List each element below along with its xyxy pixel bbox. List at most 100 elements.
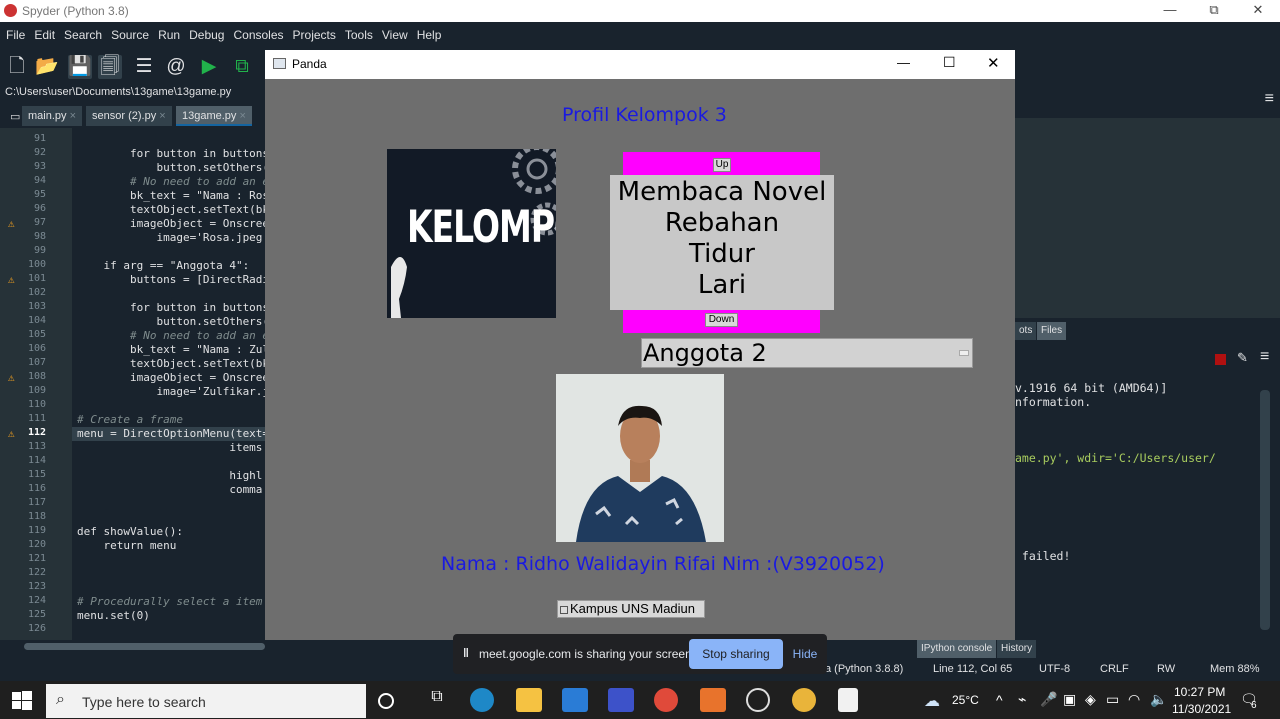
mail-icon[interactable] (562, 688, 588, 712)
app-icon[interactable] (608, 688, 634, 712)
pane-options-icon[interactable]: ≡ (1265, 90, 1274, 108)
right-pane-tabs: ots Files (1015, 322, 1280, 342)
radio-indicator-icon[interactable] (560, 605, 568, 614)
stop-console-icon[interactable] (1215, 354, 1226, 365)
editor-tabs: ▭ main.py × sensor (2).py × 13game.py × (0, 102, 265, 126)
restore-button[interactable]: ⧉ (1192, 2, 1236, 18)
chrome-icon[interactable] (654, 688, 678, 712)
console-scrollbar[interactable] (1260, 390, 1270, 630)
warning-icon[interactable]: ⚠ (8, 273, 20, 286)
microphone-icon[interactable]: 🎤 (1040, 691, 1057, 708)
clear-console-icon[interactable]: ✎ (1237, 350, 1248, 366)
warning-icon[interactable]: ⚠ (8, 427, 20, 440)
task-view-icon[interactable]: ⧉ (424, 688, 450, 712)
menu-edit[interactable]: Edit (28, 22, 58, 42)
menu-consoles[interactable]: Consoles (227, 22, 286, 42)
windows-start-icon[interactable] (12, 691, 32, 711)
save-all-icon[interactable]: 🗐 (98, 55, 122, 79)
at-icon[interactable]: @ (164, 55, 188, 79)
display-icon[interactable]: ▣ (1063, 691, 1076, 708)
tab-files[interactable]: Files (1037, 322, 1067, 340)
console-options-icon[interactable]: ≡ (1260, 348, 1269, 366)
status-memory: Mem 88% (1210, 663, 1260, 675)
code-line: comma (77, 483, 263, 496)
xampp-icon[interactable] (700, 688, 726, 712)
new-file-icon[interactable]: 🗋 (5, 55, 29, 79)
editor-horizontal-scrollbar[interactable] (0, 640, 265, 654)
panda-taskbar-icon[interactable] (838, 688, 858, 712)
run-icon[interactable]: ▶ (197, 55, 221, 79)
menu-projects[interactable]: Projects (287, 22, 339, 42)
clock-time[interactable]: 10:27 PM (1174, 685, 1225, 699)
warning-icon[interactable]: ⚠ (8, 371, 20, 384)
tab-main-py[interactable]: main.py × (22, 106, 83, 126)
scroll-down-button[interactable]: Down (705, 313, 738, 327)
status-environment: a (Python 3.8.8) (825, 663, 904, 675)
list-icon[interactable]: ☰ (132, 55, 156, 79)
line-number: 123 (27, 581, 46, 592)
menu-view[interactable]: View (376, 22, 411, 42)
menu-source[interactable]: Source (105, 22, 152, 42)
tab-ipython-console[interactable]: IPython console (917, 640, 997, 658)
open-folder-icon[interactable]: 📂 (35, 55, 59, 79)
scrollbar-thumb[interactable] (24, 643, 265, 650)
notification-count: 6 (1251, 700, 1257, 711)
menu-help[interactable]: Help (411, 22, 445, 42)
chrome-taskbar-icon[interactable] (792, 688, 816, 712)
panda-close-button[interactable]: ✕ (987, 54, 1000, 72)
battery-icon[interactable]: ▭ (1106, 691, 1119, 708)
console-line: v.1916 64 bit (AMD64)] (1015, 381, 1168, 395)
cortana-icon[interactable] (378, 693, 394, 709)
tab-history[interactable]: History (997, 640, 1037, 658)
clock-date[interactable]: 11/30/2021 (1172, 702, 1231, 716)
code-line: # No need to add an e (77, 175, 270, 188)
line-number: 111 (27, 413, 46, 424)
menu-run[interactable]: Run (152, 22, 183, 42)
panda-titlebar: Panda — ☐ ✕ (265, 50, 1015, 79)
taskbar-search[interactable]: ⌕ Type here to search (46, 684, 366, 718)
close-tab-icon[interactable]: × (240, 110, 246, 122)
line-number: 104 (27, 315, 46, 326)
menu-debug[interactable]: Debug (183, 22, 227, 42)
tab-13game-py[interactable]: 13game.py × (176, 106, 252, 126)
panda-maximize-button[interactable]: ☐ (943, 54, 956, 71)
code-line: imageObject = Onscree (77, 217, 270, 230)
code-editor[interactable]: 91 92 for button in buttons 93 button.setO… (0, 128, 269, 640)
tab-plots[interactable]: ots (1015, 322, 1037, 340)
option-selected-value: Anggota 2 (643, 339, 767, 367)
ipython-console[interactable]: v.1916 64 bit (AMD64)] nformation. ame.py'… (1015, 375, 1258, 637)
menu-tools[interactable]: Tools (339, 22, 376, 42)
code-line: imageObject = Onscree (77, 371, 270, 384)
panda-minimize-button[interactable]: — (897, 55, 910, 70)
right-pane-header: ≡ (1015, 88, 1280, 118)
option-menu-indicator-icon[interactable] (959, 350, 969, 356)
hide-banner-button[interactable]: Hide (789, 639, 821, 669)
spyder-taskbar-icon[interactable] (746, 688, 770, 712)
speaker-icon[interactable]: 🔈 (1150, 691, 1167, 708)
code-line: bk_text = "Nama : Ros (77, 189, 270, 202)
shield-icon[interactable]: ◈ (1085, 691, 1096, 708)
line-number: 95 (33, 189, 46, 200)
close-tab-icon[interactable]: × (159, 110, 165, 122)
edge-icon[interactable] (470, 688, 494, 712)
network-icon[interactable]: ⌁ (1018, 691, 1026, 708)
menu-search[interactable]: Search (58, 22, 105, 42)
file-explorer-icon[interactable] (516, 688, 542, 712)
tab-sensor-py[interactable]: sensor (2).py × (86, 106, 172, 126)
menu-file[interactable]: File (0, 22, 28, 42)
minimize-button[interactable]: — (1148, 2, 1192, 17)
scroll-up-button[interactable]: Up (713, 158, 731, 172)
close-button[interactable]: ✕ (1236, 2, 1280, 18)
chevron-up-icon[interactable]: ^ (996, 692, 1003, 708)
panda-canvas: Profil Kelompok 3 KELOMPOK 3 Up Down Mem… (265, 79, 1015, 640)
save-icon[interactable]: 💾 (68, 55, 92, 79)
weather-icon[interactable]: ☁ (924, 691, 940, 711)
member-option-menu[interactable]: Anggota 2 (641, 338, 973, 368)
warning-icon[interactable]: ⚠ (8, 217, 20, 230)
campus-radio-button[interactable]: Kampus UNS Madiun (557, 600, 705, 618)
stop-sharing-button[interactable]: Stop sharing (689, 639, 783, 669)
close-tab-icon[interactable]: × (70, 110, 76, 122)
run-cell-icon[interactable]: ⧉ (230, 55, 254, 79)
code-line: buttons = [DirectRadi (77, 273, 270, 286)
wifi-icon[interactable]: ◠ (1128, 691, 1140, 708)
